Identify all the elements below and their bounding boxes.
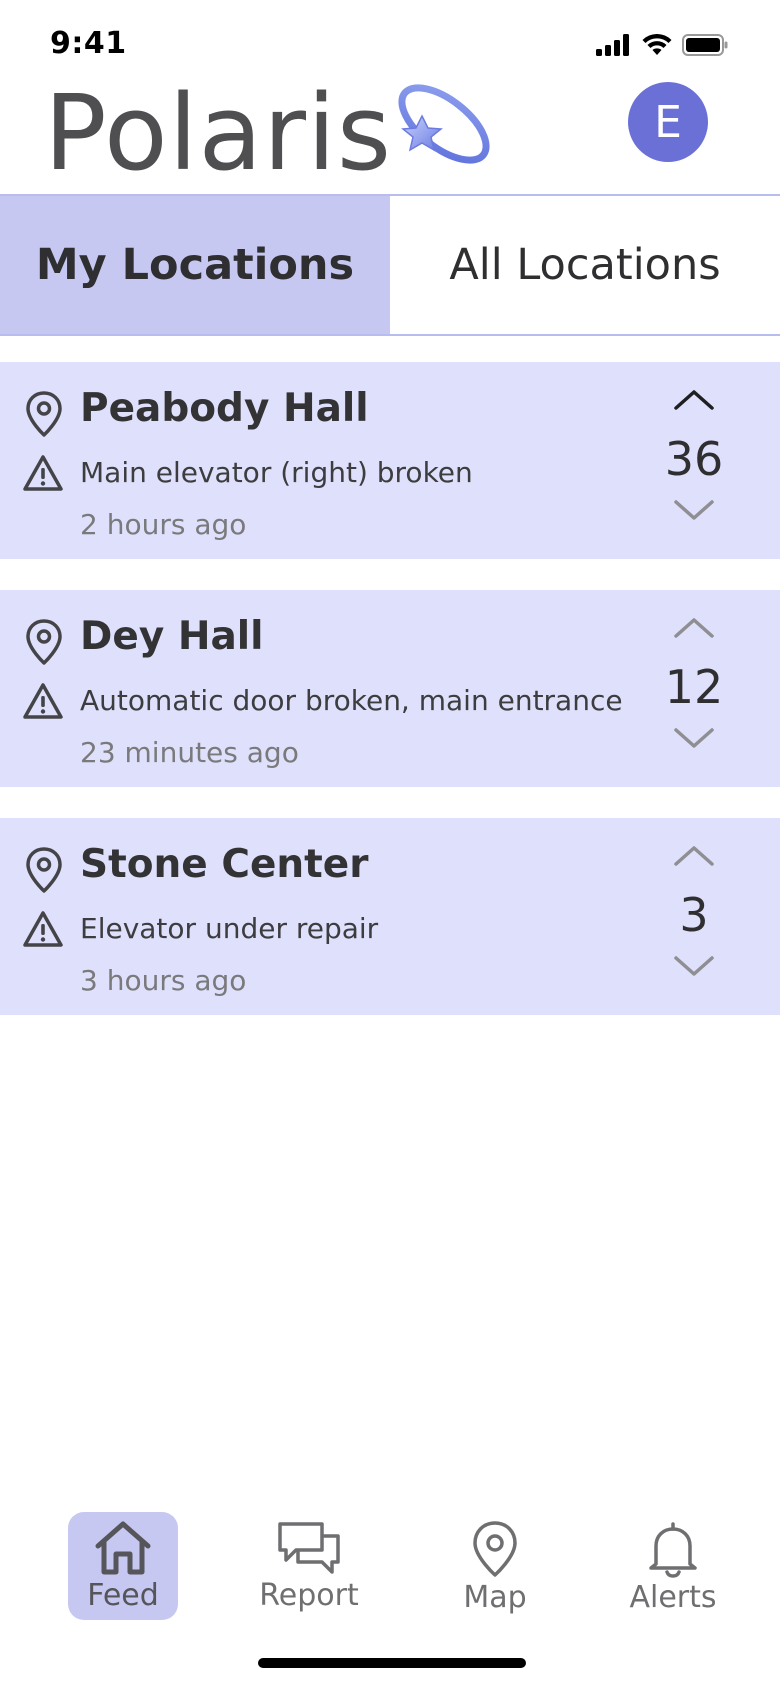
location-pin-icon bbox=[26, 391, 62, 437]
issue-time: 2 hours ago bbox=[80, 508, 247, 541]
downvote-chevron-icon[interactable] bbox=[672, 724, 716, 754]
tab-all-locations[interactable]: All Locations bbox=[390, 196, 780, 334]
cellular-signal-icon bbox=[596, 34, 629, 56]
bottom-nav: Feed Report Map Alerts bbox=[0, 1500, 780, 1620]
issue-description: Elevator under repair bbox=[80, 912, 379, 945]
upvote-chevron-icon[interactable] bbox=[672, 612, 716, 642]
issue-card[interactable]: Stone Center Elevator under repair 3 hou… bbox=[0, 818, 780, 1015]
location-name: Stone Center bbox=[80, 842, 369, 887]
nav-alerts[interactable]: Alerts bbox=[618, 1512, 728, 1620]
nav-label: Feed bbox=[87, 1578, 159, 1613]
home-indicator bbox=[258, 1658, 526, 1668]
chat-bubbles-icon bbox=[278, 1522, 340, 1574]
location-pin-icon bbox=[26, 619, 62, 665]
vote-count: 3 bbox=[679, 888, 709, 942]
app-header: Polaris E bbox=[0, 70, 780, 194]
location-pin-icon bbox=[26, 847, 62, 893]
issue-description: Main elevator (right) broken bbox=[80, 456, 473, 489]
wifi-icon bbox=[642, 34, 672, 55]
status-icons bbox=[596, 34, 728, 56]
nav-label: Alerts bbox=[629, 1580, 717, 1615]
warning-icon bbox=[23, 455, 63, 491]
battery-icon bbox=[682, 34, 728, 56]
location-name: Dey Hall bbox=[80, 614, 264, 659]
nav-feed[interactable]: Feed bbox=[68, 1512, 178, 1620]
warning-icon bbox=[23, 683, 63, 719]
vote-count: 36 bbox=[664, 432, 724, 486]
issue-card[interactable]: Peabody Hall Main elevator (right) broke… bbox=[0, 362, 780, 559]
upvote-chevron-icon[interactable] bbox=[672, 840, 716, 870]
downvote-chevron-icon[interactable] bbox=[672, 952, 716, 982]
nav-label: Map bbox=[463, 1580, 527, 1615]
home-icon bbox=[95, 1521, 151, 1575]
user-avatar[interactable]: E bbox=[628, 82, 708, 162]
vote-control: 3 bbox=[654, 836, 734, 1001]
nav-report[interactable]: Report bbox=[254, 1512, 364, 1620]
status-time: 9:41 bbox=[50, 26, 127, 61]
tab-my-locations[interactable]: My Locations bbox=[0, 196, 390, 334]
app-logo-text: Polaris bbox=[44, 72, 393, 194]
vote-count: 12 bbox=[664, 660, 724, 714]
nav-map[interactable]: Map bbox=[440, 1512, 550, 1620]
location-tabs: My Locations All Locations bbox=[0, 194, 780, 336]
star-orbit-logo-icon bbox=[398, 84, 490, 164]
issue-card[interactable]: Dey Hall Automatic door broken, main ent… bbox=[0, 590, 780, 787]
map-pin-icon bbox=[473, 1521, 517, 1577]
downvote-chevron-icon[interactable] bbox=[672, 496, 716, 526]
warning-icon bbox=[23, 911, 63, 947]
issue-time: 23 minutes ago bbox=[80, 736, 299, 769]
bell-icon bbox=[649, 1522, 697, 1578]
vote-control: 36 bbox=[654, 380, 734, 545]
nav-label: Report bbox=[259, 1578, 359, 1613]
status-bar: 9:41 bbox=[0, 0, 780, 80]
issue-time: 3 hours ago bbox=[80, 964, 247, 997]
location-name: Peabody Hall bbox=[80, 386, 369, 431]
vote-control: 12 bbox=[654, 608, 734, 773]
issue-description: Automatic door broken, main entrance bbox=[80, 684, 623, 717]
issue-feed: Peabody Hall Main elevator (right) broke… bbox=[0, 362, 780, 1046]
upvote-chevron-icon[interactable] bbox=[672, 384, 716, 414]
